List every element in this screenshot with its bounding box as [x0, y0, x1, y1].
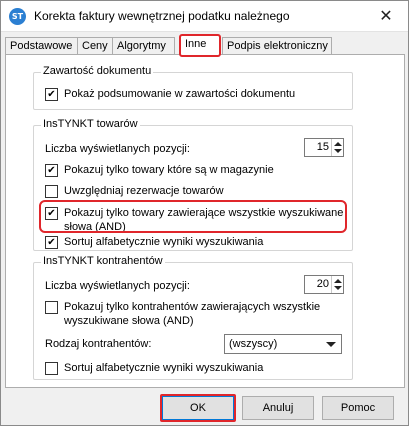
only-in-stock-checkbox[interactable]: ✔ — [45, 164, 58, 177]
spin-up-icon[interactable] — [334, 279, 342, 283]
tab-ceny[interactable]: Ceny — [77, 37, 113, 55]
goods-sort-alpha-label: Sortuj alfabetycznie wyniki wyszukiwania — [64, 236, 264, 248]
tab-podpis-elektroniczny[interactable]: Podpis elektroniczny — [222, 37, 332, 55]
goods-sort-alpha-option[interactable]: ✔ Sortuj alfabetycznie wyniki wyszukiwan… — [45, 235, 263, 249]
group-goods-title: InsTYNKT towarów — [41, 118, 140, 130]
goods-count-label: Liczba wyświetlanych pozycji: — [45, 143, 190, 155]
close-icon[interactable]: ✕ — [372, 3, 400, 29]
goods-count-value: 15 — [316, 141, 329, 153]
window-title: Korekta faktury wewnętrznej podatku nale… — [34, 9, 290, 23]
goods-count-arrows[interactable] — [331, 139, 343, 156]
include-reservations-option[interactable]: Uwzględniaj rezerwacje towarów — [45, 184, 224, 198]
contractors-all-words-option[interactable]: Pokazuj tylko kontrahentów zawierających… — [45, 300, 345, 328]
show-summary-option[interactable]: ✔ Pokaż podsumowanie w zawartości dokume… — [45, 87, 295, 101]
cancel-button[interactable]: Anuluj — [242, 396, 314, 420]
contractors-sort-alpha-checkbox[interactable] — [45, 362, 58, 375]
only-in-stock-label: Pokazuj tylko towary które są w magazyni… — [64, 164, 274, 176]
contractors-sort-alpha-label: Sortuj alfabetycznie wyniki wyszukiwania — [64, 362, 264, 374]
group-document-content: Zawartość dokumentu ✔ Pokaż podsumowanie… — [33, 65, 353, 110]
goods-sort-alpha-checkbox[interactable]: ✔ — [45, 236, 58, 249]
contractors-count-label: Liczba wyświetlanych pozycji: — [45, 280, 190, 292]
goods-count-stepper[interactable]: 15 — [304, 138, 344, 157]
chevron-down-icon[interactable] — [326, 342, 336, 347]
spin-down-icon[interactable] — [334, 149, 342, 153]
contractors-kind-label: Rodzaj kontrahentów: — [45, 338, 152, 350]
tab-strip: Podstawowe Ceny Algorytmy Inne Podpis el… — [5, 34, 405, 57]
contractors-all-words-label: Pokazuj tylko kontrahentów zawierających… — [64, 301, 321, 327]
title-bar[interactable]: ST Korekta faktury wewnętrznej podatku n… — [1, 1, 408, 32]
contractors-all-words-checkbox[interactable] — [45, 301, 58, 314]
contractors-kind-value: (wszyscy) — [229, 338, 278, 350]
tab-algorytmy[interactable]: Algorytmy — [112, 37, 175, 55]
tab-panel-inne: Zawartość dokumentu ✔ Pokaż podsumowanie… — [5, 54, 405, 388]
only-in-stock-option[interactable]: ✔ Pokazuj tylko towary które są w magazy… — [45, 163, 274, 177]
contractors-kind-select[interactable]: (wszyscy) — [224, 334, 342, 354]
spin-down-icon[interactable] — [334, 286, 342, 290]
contractors-count-stepper[interactable]: 20 — [304, 275, 344, 294]
show-summary-checkbox[interactable]: ✔ — [45, 88, 58, 101]
tab-podstawowe[interactable]: Podstawowe — [5, 37, 78, 55]
group-contractors-title: InsTYNKT kontrahentów — [41, 255, 165, 267]
contractors-count-arrows[interactable] — [331, 276, 343, 293]
app-logo-icon: ST — [9, 8, 26, 25]
include-reservations-label: Uwzględniaj rezerwacje towarów — [64, 185, 224, 197]
help-button[interactable]: Pomoc — [322, 396, 394, 420]
group-contractors-instinct: InsTYNKT kontrahentów Liczba wyświetlany… — [33, 255, 353, 380]
group-document-content-title: Zawartość dokumentu — [41, 65, 154, 77]
include-reservations-checkbox[interactable] — [45, 185, 58, 198]
contractors-sort-alpha-option[interactable]: Sortuj alfabetycznie wyniki wyszukiwania — [45, 361, 263, 375]
spin-up-icon[interactable] — [334, 142, 342, 146]
ok-button[interactable]: OK — [162, 396, 234, 420]
contractors-count-value: 20 — [316, 278, 329, 290]
show-summary-label: Pokaż podsumowanie w zawartości dokument… — [64, 88, 296, 100]
dialog-window: ST Korekta faktury wewnętrznej podatku n… — [0, 0, 409, 426]
tab-inne[interactable]: Inne — [179, 34, 221, 57]
annotation-highlight-goods-and — [39, 200, 347, 233]
